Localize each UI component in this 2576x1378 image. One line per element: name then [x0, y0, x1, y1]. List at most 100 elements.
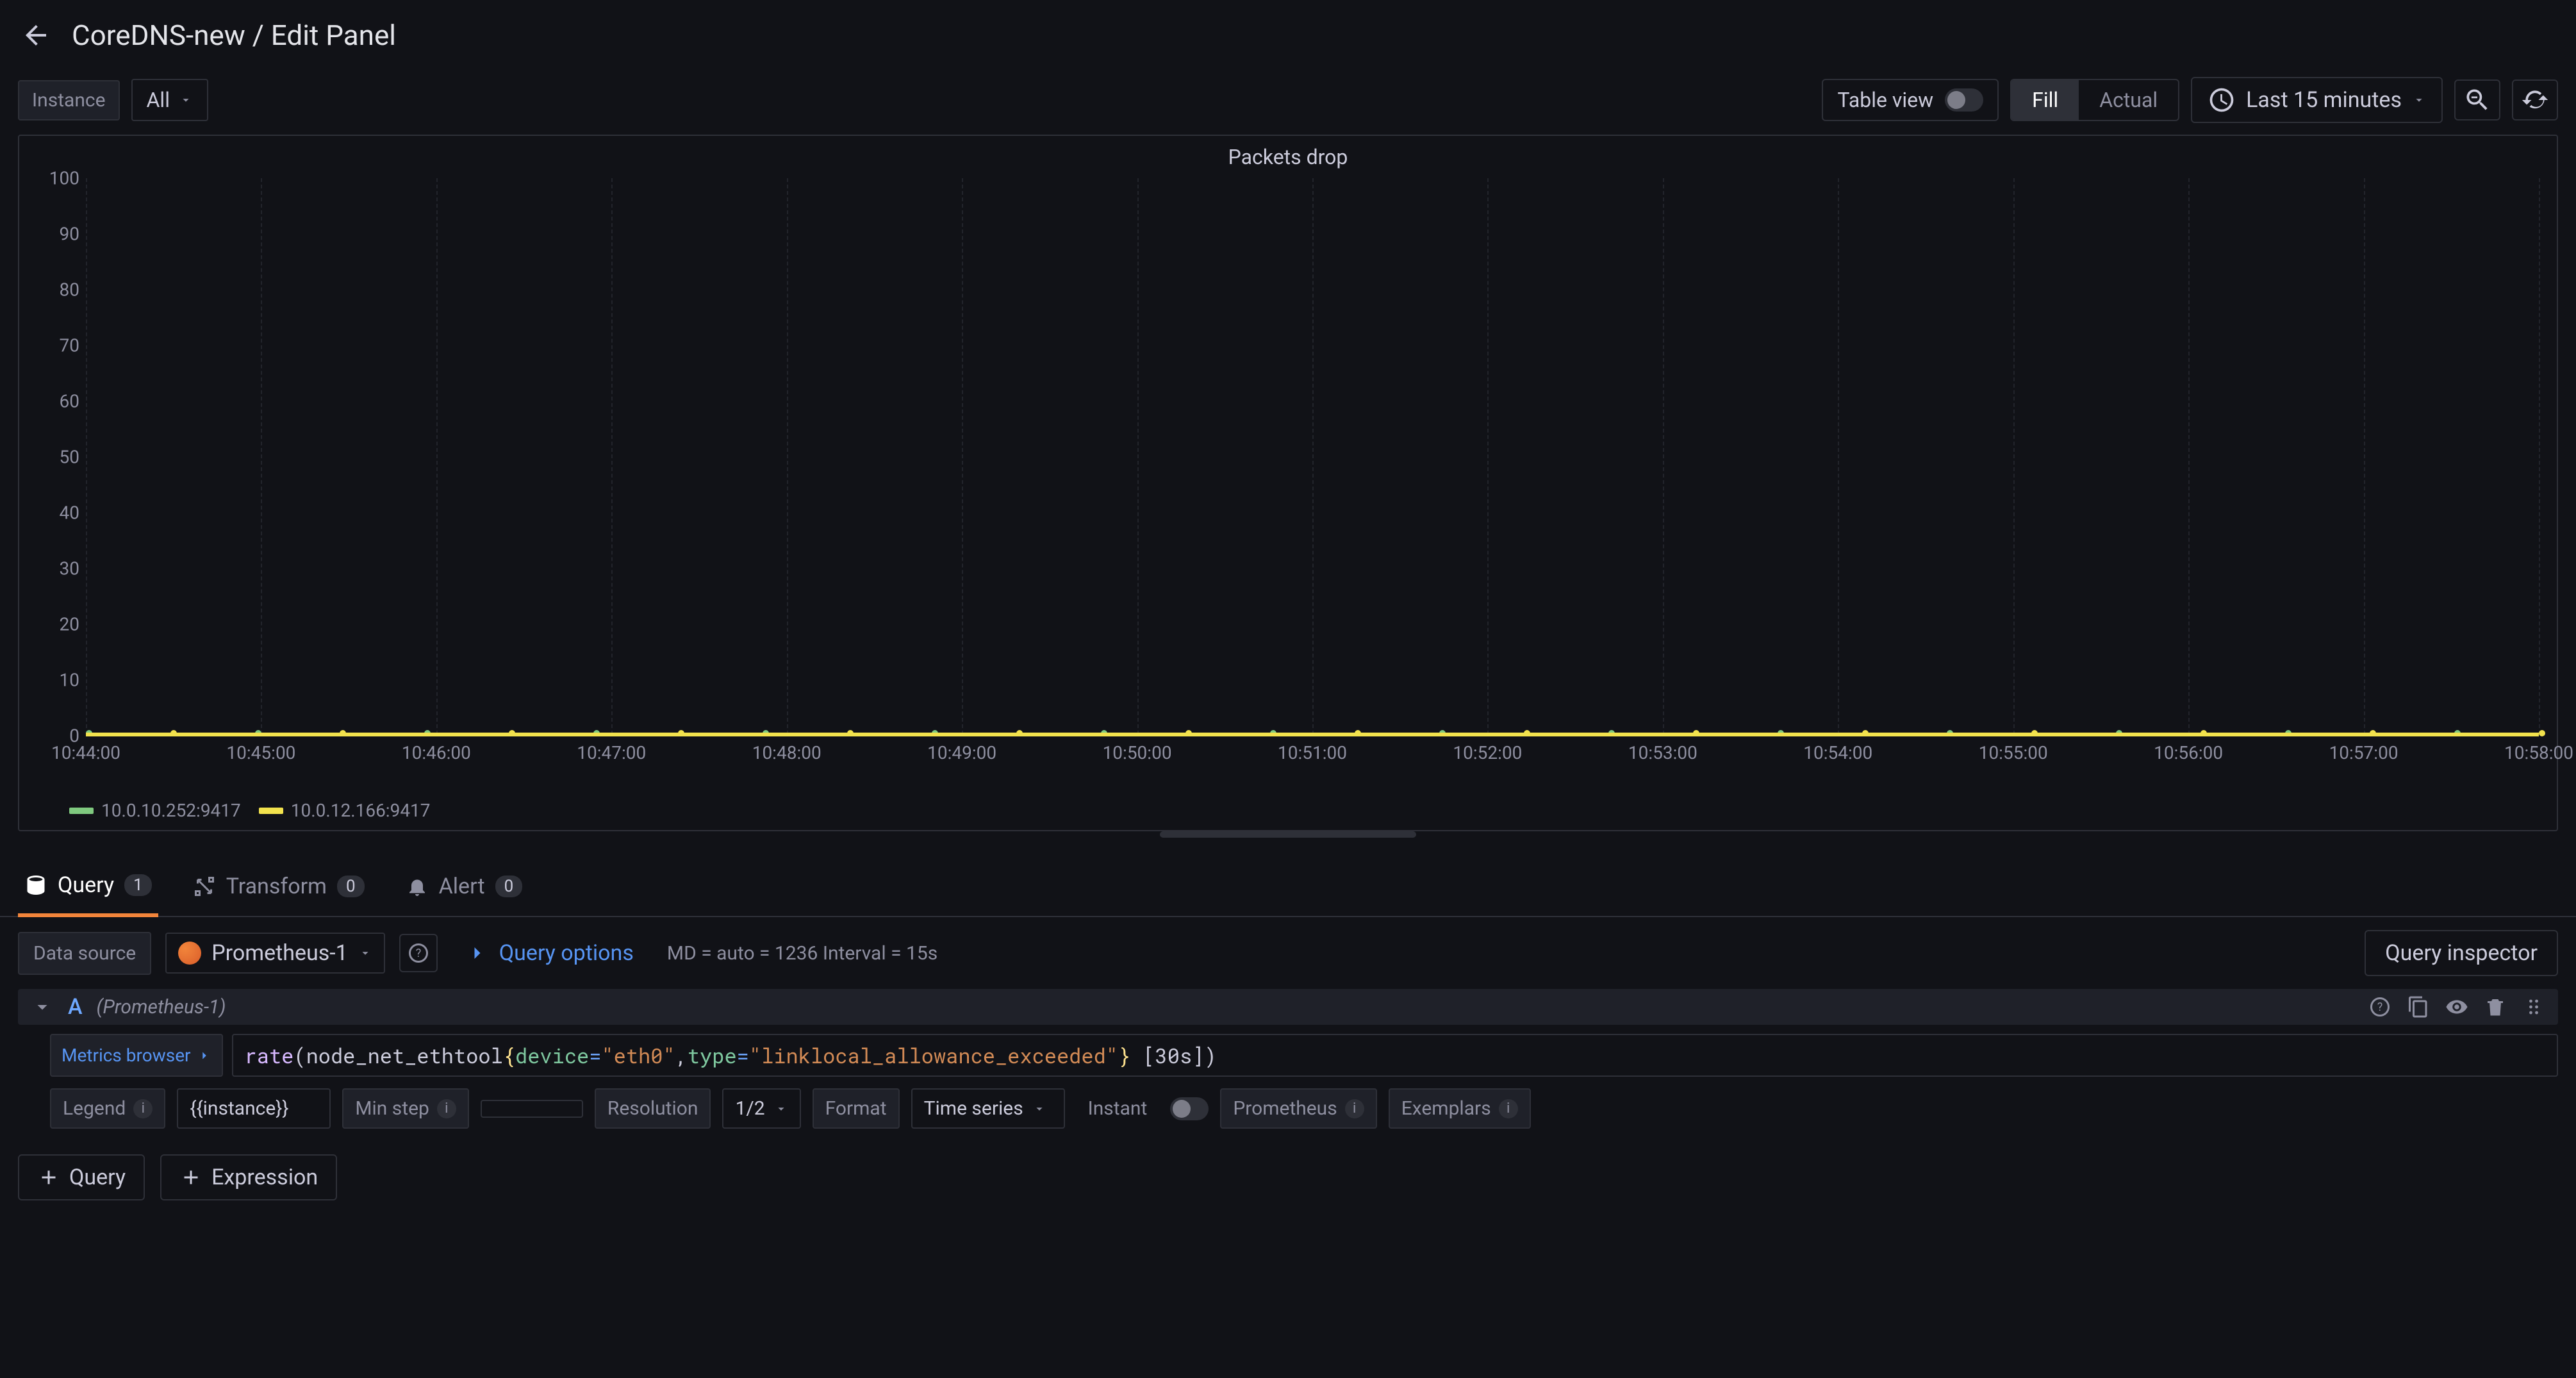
tab-query-label: Query: [58, 872, 114, 898]
y-tick: 10: [28, 670, 79, 691]
tab-query[interactable]: Query 1: [18, 863, 158, 917]
tab-alert-label: Alert: [439, 874, 485, 899]
transform-icon: [193, 875, 216, 898]
metrics-browser-label: Metrics browser: [62, 1045, 191, 1066]
time-range-label: Last 15 minutes: [2246, 87, 2402, 113]
metrics-browser-button[interactable]: Metrics browser: [50, 1034, 223, 1077]
info-icon[interactable]: i: [1345, 1099, 1364, 1118]
x-tick: 10:46:00: [402, 742, 471, 763]
plus-icon: [179, 1166, 202, 1189]
chart-canvas[interactable]: 0102030405060708090100 10:44:0010:45:001…: [28, 178, 2548, 793]
query-inspector-button[interactable]: Query inspector: [2365, 930, 2558, 976]
x-tick: 10:53:00: [1628, 742, 1697, 763]
tab-query-count: 1: [124, 874, 152, 896]
chevron-down-icon: [179, 93, 193, 107]
question-circle-icon[interactable]: ?: [2368, 995, 2391, 1018]
table-view-toggle[interactable]: Table view: [1822, 79, 1999, 121]
tab-transform-label: Transform: [226, 874, 327, 899]
panel-resize-handle[interactable]: [18, 831, 2558, 840]
legend-item[interactable]: 10.0.12.166:9417: [259, 800, 431, 821]
promql-editor[interactable]: rate(node_net_ethtool{device="eth0",type…: [232, 1034, 2558, 1077]
y-tick: 90: [28, 224, 79, 245]
svg-text:?: ?: [2377, 1000, 2383, 1014]
info-icon[interactable]: i: [133, 1099, 153, 1118]
fill-actual-segment: Fill Actual: [2010, 79, 2179, 121]
prometheus-logo-icon: [178, 942, 201, 965]
trash-icon[interactable]: [2484, 995, 2507, 1018]
y-tick: 40: [28, 502, 79, 524]
y-tick: 50: [28, 447, 79, 468]
legend-swatch: [259, 808, 283, 814]
fill-button[interactable]: Fill: [2011, 80, 2079, 120]
tab-alert[interactable]: Alert 0: [399, 865, 529, 915]
zoom-out-button[interactable]: [2454, 79, 2500, 120]
promql-label2-val: "linklocal_allowance_exceeded": [749, 1042, 1118, 1069]
refresh-button[interactable]: [2512, 79, 2558, 120]
drag-handle-icon[interactable]: [2522, 995, 2545, 1018]
legend-input[interactable]: {{instance}}: [177, 1088, 331, 1129]
y-tick: 20: [28, 614, 79, 635]
chevron-down-icon: [31, 995, 54, 1018]
time-range-picker[interactable]: Last 15 minutes: [2191, 77, 2443, 123]
datasource-name: Prometheus-1: [211, 940, 348, 966]
query-row-header[interactable]: A (Prometheus-1) ?: [18, 989, 2558, 1025]
y-tick: 80: [28, 279, 79, 301]
chart-legend: 10.0.10.252:9417 10.0.12.166:9417: [19, 793, 2557, 830]
query-options-info: MD = auto = 1236 Interval = 15s: [667, 942, 937, 965]
database-icon: [24, 874, 47, 897]
legend-item[interactable]: 10.0.10.252:9417: [69, 800, 241, 821]
format-select[interactable]: Time series: [911, 1088, 1065, 1129]
x-tick: 10:44:00: [51, 742, 120, 763]
promql-range: [30s]: [1143, 1042, 1204, 1069]
add-query-button[interactable]: Query: [18, 1154, 145, 1200]
x-tick: 10:57:00: [2329, 742, 2398, 763]
arrow-left-icon: [21, 20, 51, 51]
x-tick: 10:52:00: [1453, 742, 1522, 763]
instant-label: Instant: [1077, 1090, 1159, 1127]
chevron-right-icon: [197, 1049, 211, 1063]
query-options-toggle[interactable]: Query options: [452, 931, 648, 975]
refresh-icon: [2521, 86, 2549, 114]
x-tick: 10:48:00: [752, 742, 822, 763]
chevron-down-icon: [1032, 1102, 1046, 1116]
add-query-label: Query: [69, 1165, 126, 1190]
x-tick: 10:54:00: [1803, 742, 1872, 763]
svg-text:?: ?: [416, 947, 422, 960]
query-ref-id: A: [68, 994, 83, 1020]
promql-fn: rate: [245, 1042, 294, 1069]
resolution-select[interactable]: 1/2: [722, 1088, 800, 1129]
chevron-right-icon: [466, 942, 489, 965]
breadcrumb: CoreDNS-new / Edit Panel: [72, 19, 396, 52]
promql-label2-key: type: [688, 1042, 737, 1069]
add-expression-button[interactable]: Expression: [160, 1154, 337, 1200]
tab-transform-count: 0: [337, 876, 365, 897]
back-button[interactable]: [18, 17, 54, 53]
table-view-label: Table view: [1837, 88, 1933, 112]
chevron-down-icon: [774, 1102, 788, 1116]
x-tick: 10:56:00: [2154, 742, 2223, 763]
promql-metric: node_net_ethtool: [306, 1042, 503, 1069]
datasource-help-button[interactable]: ?: [399, 934, 438, 972]
datasource-select[interactable]: Prometheus-1: [165, 933, 385, 974]
question-circle-icon: ?: [407, 942, 430, 965]
x-tick: 10:49:00: [927, 742, 996, 763]
legend-label: 10.0.10.252:9417: [101, 800, 241, 821]
instant-toggle[interactable]: [1170, 1097, 1209, 1120]
copy-icon[interactable]: [2407, 995, 2430, 1018]
exemplars-label: Exemplars i: [1389, 1088, 1531, 1129]
min-step-input[interactable]: [481, 1100, 583, 1118]
tab-transform[interactable]: Transform 0: [186, 865, 371, 915]
legend-label: 10.0.12.166:9417: [291, 800, 431, 821]
variable-label: Instance: [18, 80, 120, 120]
x-tick: 10:51:00: [1278, 742, 1347, 763]
add-expression-label: Expression: [211, 1165, 318, 1190]
x-tick: 10:58:00: [2504, 742, 2573, 763]
query-options-label: Query options: [499, 940, 634, 966]
info-icon[interactable]: i: [1499, 1099, 1518, 1118]
actual-button[interactable]: Actual: [2079, 80, 2178, 120]
chevron-down-icon: [358, 946, 372, 960]
eye-icon[interactable]: [2445, 995, 2468, 1018]
info-icon[interactable]: i: [437, 1099, 456, 1118]
variable-value: All: [147, 88, 170, 112]
variable-select[interactable]: All: [131, 79, 208, 121]
